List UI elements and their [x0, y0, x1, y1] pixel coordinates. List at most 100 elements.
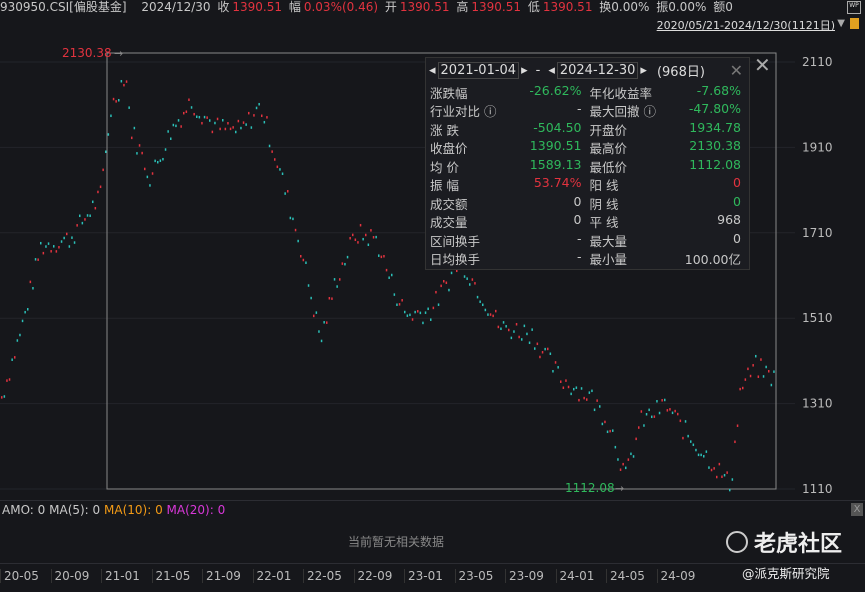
price-point	[118, 98, 120, 102]
price-point	[388, 276, 390, 279]
price-point	[151, 172, 154, 175]
max-price-label: 2130.38	[62, 46, 112, 60]
next-end-icon[interactable]: ▸	[640, 63, 647, 78]
close-selection-icon[interactable]: ✕	[754, 53, 771, 77]
price-point	[560, 380, 562, 383]
price-point	[534, 347, 536, 350]
price-point	[612, 429, 614, 432]
price-point	[703, 455, 705, 458]
price-point	[526, 332, 528, 336]
min-price-label: 1112.08	[565, 481, 615, 495]
price-point	[105, 150, 107, 154]
prev-end-icon[interactable]: ◂	[548, 63, 555, 78]
price-point	[255, 106, 258, 110]
price-point	[367, 243, 370, 247]
price-point	[497, 325, 500, 329]
start-date-input[interactable]: 2021-01-04	[437, 62, 520, 79]
price-point	[8, 378, 11, 381]
x-tick-label: 21-05	[151, 569, 190, 583]
stat-label: 振 幅	[430, 178, 459, 194]
stat-value: -47.80%	[688, 101, 741, 117]
x-tick-label: 24-09	[656, 569, 695, 583]
price-point	[448, 288, 450, 292]
stat-row: 成交额 0 阴 线 0	[426, 194, 749, 213]
price-point	[396, 303, 398, 306]
price-point	[567, 385, 570, 389]
price-point	[123, 83, 125, 87]
price-point	[21, 319, 24, 323]
price-point	[565, 379, 567, 382]
y-tick-label: 1710	[802, 226, 833, 240]
price-point	[593, 408, 596, 412]
price-point	[219, 127, 221, 131]
price-point	[354, 238, 357, 242]
price-point	[276, 165, 279, 169]
price-point	[294, 228, 297, 232]
price-point	[666, 409, 669, 412]
price-point	[762, 375, 765, 378]
stat-label: 平 线	[589, 215, 619, 231]
wp-icon[interactable]: WP	[847, 1, 861, 14]
price-point	[19, 333, 21, 337]
price-point	[11, 358, 13, 361]
price-point	[583, 396, 585, 400]
price-point	[357, 241, 359, 244]
high-value: 1390.51	[471, 0, 521, 14]
price-point	[484, 308, 487, 312]
end-date-input[interactable]: 2024-12-30	[556, 62, 639, 79]
x-tick-label: 23-01	[404, 569, 443, 583]
price-point	[430, 318, 432, 321]
price-point	[84, 218, 86, 221]
price-point	[562, 386, 565, 390]
price-point	[487, 313, 489, 316]
price-point	[242, 121, 245, 124]
prev-start-icon[interactable]: ◂	[429, 63, 436, 78]
price-point	[648, 408, 650, 412]
date: 2024/12/30	[141, 0, 211, 14]
lock-icon[interactable]	[850, 18, 859, 29]
price-point	[630, 452, 632, 456]
price-point	[261, 114, 263, 118]
price-point	[661, 399, 663, 402]
price-point	[606, 430, 609, 434]
price-point	[742, 386, 744, 390]
stat-value: 0	[733, 193, 741, 209]
dropdown-triangle-icon[interactable]: ▼	[837, 18, 845, 29]
price-point	[216, 117, 219, 121]
price-point	[45, 245, 47, 248]
price-point	[274, 158, 276, 161]
next-start-icon[interactable]: ▸	[521, 63, 528, 78]
price-point	[604, 420, 606, 424]
price-point	[50, 250, 52, 253]
price-point	[432, 306, 435, 310]
price-point	[183, 111, 185, 115]
close-volume-icon[interactable]: X	[851, 503, 863, 516]
date-range-selector[interactable]: 2020/05/21-2024/12/30(1121日)	[657, 17, 835, 33]
close-icon[interactable]: ✕	[730, 61, 743, 80]
price-point	[164, 148, 167, 151]
price-point	[404, 310, 406, 314]
price-point	[47, 242, 50, 245]
price-point	[372, 236, 375, 239]
price-point	[710, 468, 713, 472]
x-tick-label: 24-01	[555, 569, 594, 583]
stat-value: -26.62%	[529, 82, 582, 98]
stat-value: 2130.38	[689, 138, 741, 154]
open-value: 1390.51	[399, 0, 450, 14]
price-point	[318, 330, 320, 333]
price-point	[237, 119, 240, 123]
price-point	[125, 80, 128, 83]
price-point	[744, 378, 747, 381]
price-point	[734, 440, 736, 444]
price-point	[180, 125, 182, 128]
price-point	[411, 318, 414, 321]
price-point	[167, 130, 169, 133]
price-point	[76, 224, 78, 227]
price-point	[658, 411, 661, 415]
price-point	[406, 314, 409, 317]
x-tick-label: 23-05	[454, 569, 493, 583]
price-point	[159, 159, 162, 162]
price-point	[196, 115, 198, 118]
x-tick-label: 21-01	[101, 569, 140, 583]
stat-value: 100.00亿	[684, 252, 741, 268]
